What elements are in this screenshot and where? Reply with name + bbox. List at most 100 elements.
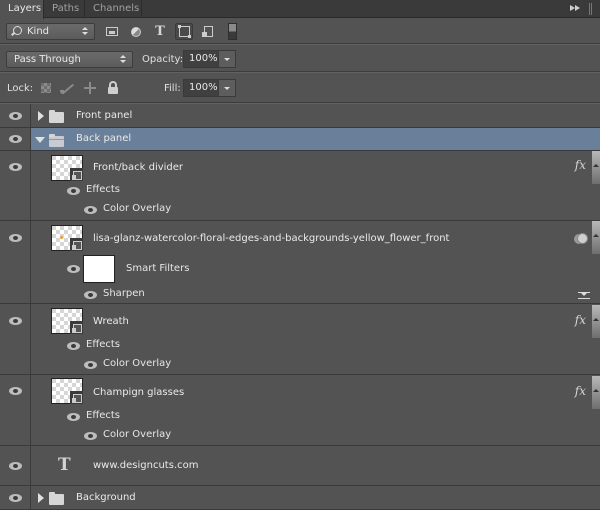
opacity-value: 100% <box>189 53 218 64</box>
flower-dot <box>60 236 63 239</box>
layer-name: Wreath <box>93 316 129 327</box>
visibility-toggle[interactable] <box>0 128 31 150</box>
layer-name: www.designcuts.com <box>93 460 199 471</box>
expand-group-icon[interactable] <box>38 111 44 121</box>
pixel-layer-filter-button[interactable] <box>103 23 121 40</box>
effect-eye-icon[interactable] <box>84 432 97 440</box>
opacity-field[interactable]: 100% <box>183 50 236 68</box>
effect-color-overlay[interactable]: Color Overlay <box>103 429 171 440</box>
filter-on-off-toggle[interactable] <box>228 23 237 40</box>
tab-paths[interactable]: Paths <box>44 0 85 18</box>
layer-row-champign-glasses[interactable]: Champign glasses fx Effects Color Overla… <box>0 375 600 446</box>
up-down-arrows-icon <box>120 55 126 65</box>
effects-label: Effects <box>86 339 120 350</box>
expand-group-icon[interactable] <box>38 493 44 503</box>
layer-row-wreath[interactable]: Wreath fx Effects Color Overlay <box>0 304 600 375</box>
fx-icon[interactable]: fx <box>575 313 586 327</box>
eye-icon <box>9 112 22 120</box>
layer-row-background[interactable]: Background <box>0 486 600 510</box>
layer-name: Front panel <box>76 110 133 121</box>
layer-thumbnail <box>51 155 83 181</box>
visibility-toggle[interactable] <box>0 486 31 509</box>
layer-name: Background <box>76 492 136 503</box>
blend-mode-select[interactable]: Pass Through <box>6 51 133 68</box>
effect-eye-icon[interactable] <box>84 206 97 214</box>
effects-eye-icon[interactable] <box>67 187 80 195</box>
layer-thumbnail <box>51 225 83 251</box>
filter-eye-icon[interactable] <box>84 291 97 299</box>
layer-row-front-back-divider[interactable]: Front/back divider fx Effects Color Over… <box>0 151 600 221</box>
layer-row-lisa-glanz[interactable]: lisa-glanz-watercolor-floral-edges-and-b… <box>0 221 600 304</box>
smart-filter-badge-icon[interactable] <box>574 233 588 245</box>
smart-object-icon <box>201 26 213 37</box>
blend-mode-value: Pass Through <box>14 54 81 65</box>
lock-toolbar: Lock: Fill: 100% <box>0 73 600 103</box>
smart-object-badge-icon <box>70 321 83 334</box>
opacity-dropdown-button[interactable] <box>218 51 235 67</box>
tab-channels[interactable]: Channels <box>85 0 142 18</box>
collapse-effects-arrow[interactable] <box>592 151 600 184</box>
layers-list: Front panel Back panel Front/back divide… <box>0 104 600 510</box>
collapse-panel-icon[interactable] <box>570 3 582 13</box>
layer-thumbnail <box>51 378 83 404</box>
lock-transparent-pixels-icon[interactable] <box>41 83 51 93</box>
fill-label: Fill: <box>164 83 181 94</box>
type-icon: T <box>155 24 165 39</box>
layer-name: Front/back divider <box>93 162 184 173</box>
type-layer-filter-button[interactable]: T <box>151 23 169 40</box>
lock-image-pixels-icon[interactable] <box>60 82 73 94</box>
visibility-toggle[interactable] <box>0 221 31 303</box>
folder-icon <box>49 492 64 505</box>
smart-filters-eye-icon[interactable] <box>67 265 80 273</box>
fx-icon[interactable]: fx <box>575 384 586 398</box>
fill-value: 100% <box>189 82 218 93</box>
collapse-filters-arrow[interactable] <box>592 221 600 254</box>
adjustment-layer-filter-button[interactable] <box>127 23 145 40</box>
collapse-effects-arrow[interactable] <box>592 376 600 409</box>
effects-eye-icon[interactable] <box>67 413 80 421</box>
opacity-label: Opacity: <box>142 54 184 65</box>
smart-object-badge-icon <box>70 238 83 251</box>
fill-dropdown-button[interactable] <box>218 80 235 96</box>
visibility-toggle[interactable] <box>0 151 31 220</box>
effect-eye-icon[interactable] <box>84 361 97 369</box>
filter-blending-options-icon[interactable] <box>578 291 590 300</box>
layer-thumbnail <box>51 308 83 334</box>
filter-kind-label: Kind <box>27 26 50 37</box>
smart-filter-mask-thumbnail[interactable] <box>83 255 115 283</box>
adjustment-circle-icon <box>131 26 141 37</box>
effect-color-overlay[interactable]: Color Overlay <box>103 203 171 214</box>
collapse-group-icon[interactable] <box>35 137 45 143</box>
lock-position-icon[interactable] <box>84 82 96 94</box>
fill-field[interactable]: 100% <box>183 79 236 97</box>
filter-kind-select[interactable]: Kind <box>6 23 95 40</box>
fx-icon[interactable]: fx <box>575 158 586 172</box>
layer-row-www-designcuts[interactable]: T www.designcuts.com <box>0 446 600 486</box>
visibility-toggle[interactable] <box>0 104 31 127</box>
smart-object-filter-button[interactable] <box>199 23 217 40</box>
eye-icon <box>9 317 22 325</box>
effects-label: Effects <box>86 184 120 195</box>
lock-all-icon[interactable] <box>108 81 118 94</box>
shape-icon <box>177 25 191 38</box>
effect-color-overlay[interactable]: Color Overlay <box>103 358 171 369</box>
panel-grip-handle[interactable] <box>589 3 592 15</box>
tab-layers[interactable]: Layers <box>0 0 44 19</box>
layer-row-back-panel[interactable]: Back panel <box>0 128 600 151</box>
visibility-toggle[interactable] <box>0 304 31 374</box>
eye-icon <box>9 462 22 470</box>
lock-label: Lock: <box>7 83 34 94</box>
eye-icon <box>9 234 22 242</box>
type-layer-icon: T <box>58 455 71 475</box>
collapse-effects-arrow[interactable] <box>592 305 600 338</box>
visibility-toggle[interactable] <box>0 446 31 485</box>
visibility-toggle[interactable] <box>0 375 31 445</box>
eye-icon <box>9 494 22 502</box>
layer-row-front-panel[interactable]: Front panel <box>0 104 600 128</box>
shape-layer-filter-button[interactable] <box>175 23 193 40</box>
smart-object-badge-icon <box>70 391 83 404</box>
effects-label: Effects <box>86 410 120 421</box>
blend-toolbar: Pass Through Opacity: 100% <box>0 45 600 72</box>
filter-sharpen[interactable]: Sharpen <box>103 288 145 299</box>
effects-eye-icon[interactable] <box>67 342 80 350</box>
